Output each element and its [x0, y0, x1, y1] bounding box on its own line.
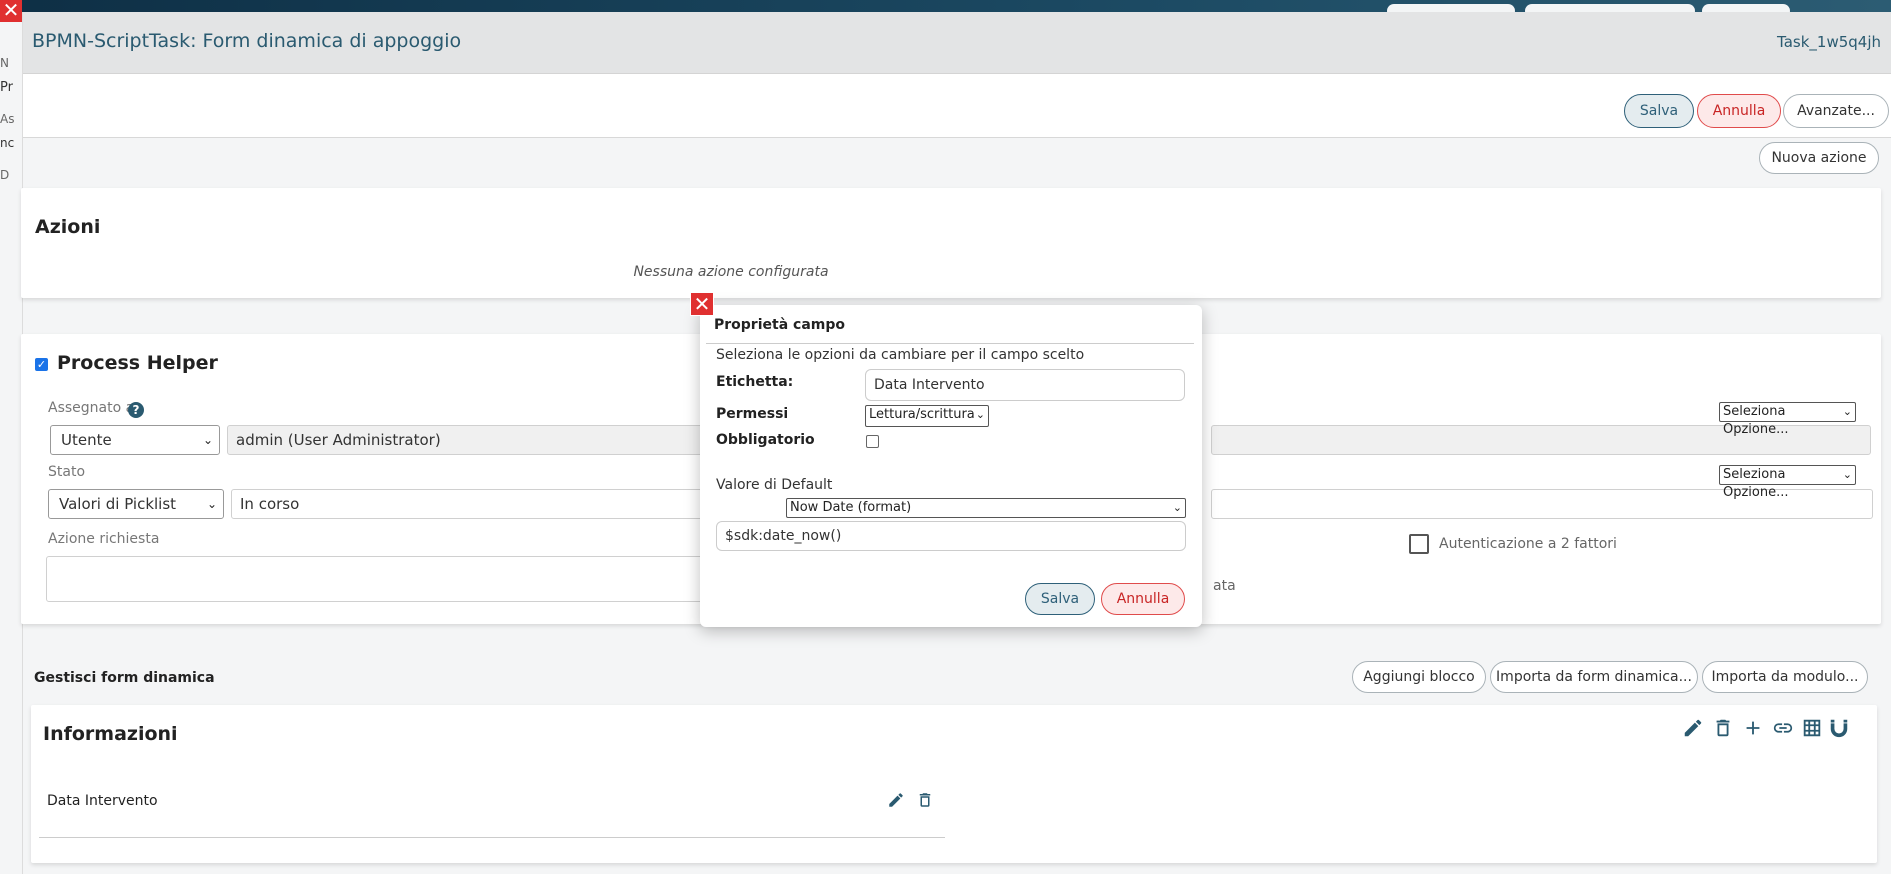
- default-type-value: Now Date (format): [790, 500, 912, 515]
- info-block-card: Informazioni Data Intervento: [31, 705, 1877, 863]
- panel-header: BPMN-ScriptTask: Form dinamica di appogg…: [23, 12, 1891, 74]
- assigned-user-field[interactable]: admin (User Administrator): [227, 425, 727, 455]
- select-option-1-text: Seleziona Opzione...: [1723, 404, 1789, 437]
- process-helper-checkbox[interactable]: ✓: [35, 358, 48, 371]
- block-title: Informazioni: [43, 723, 178, 745]
- assigned-type-value: Utente: [61, 431, 112, 449]
- panel-toolbar: Salva Annulla Avanzate...: [23, 74, 1891, 138]
- label-input[interactable]: Data Intervento: [865, 369, 1185, 401]
- magnet-icon[interactable]: [1828, 717, 1850, 743]
- import-form-button[interactable]: Importa da form dinamica...: [1490, 661, 1698, 693]
- status-type-value: Valori di Picklist: [59, 495, 177, 513]
- select-option-dropdown-1[interactable]: Seleziona Opzione... ⌄: [1719, 402, 1856, 437]
- link-icon[interactable]: [1771, 717, 1795, 743]
- actions-title: Azioni: [35, 216, 101, 238]
- background-close-icon[interactable]: ✕: [0, 0, 22, 22]
- add-block-button[interactable]: Aggiungi blocco: [1352, 661, 1486, 693]
- cancel-button[interactable]: Annulla: [1697, 94, 1781, 128]
- no-actions-text: Nessuna azione configurata: [633, 264, 829, 280]
- task-id: Task_1w5q4jh: [1777, 33, 1881, 51]
- background-letter: Pr: [0, 80, 13, 95]
- permissions-value: Lettura/scrittura: [869, 407, 975, 422]
- chevron-down-icon: ⌄: [202, 433, 213, 447]
- chevron-down-icon: ⌄: [975, 408, 985, 421]
- save-button[interactable]: Salva: [1624, 94, 1694, 128]
- dialog-subtitle: Seleziona le opzioni da cambiare per il …: [716, 347, 1085, 363]
- action-required-field[interactable]: [46, 556, 728, 602]
- background-topbar: [0, 0, 1891, 18]
- background-letter: nc: [0, 136, 15, 150]
- assigned-label: Assegnato a: [48, 400, 135, 416]
- select-option-2-text: Seleziona Opzione...: [1723, 467, 1789, 500]
- field-divider: [39, 837, 945, 838]
- advanced-button[interactable]: Avanzate...: [1783, 94, 1889, 128]
- background-left-column: N Pr As nc D: [0, 12, 22, 874]
- two-factor-label: Autenticazione a 2 fattori: [1439, 536, 1617, 552]
- mandatory-label: Obbligatorio: [716, 432, 815, 448]
- default-value-label: Valore di Default: [716, 477, 833, 493]
- partial-label: ata: [1213, 578, 1236, 594]
- pencil-icon[interactable]: [1682, 717, 1704, 743]
- delete-field-icon[interactable]: [916, 791, 934, 813]
- chevron-down-icon: ⌄: [206, 497, 217, 511]
- panel-title: BPMN-ScriptTask: Form dinamica di appogg…: [32, 30, 462, 52]
- help-icon[interactable]: ?: [128, 402, 144, 418]
- background-letter: D: [0, 168, 10, 182]
- two-factor-checkbox[interactable]: [1409, 534, 1429, 554]
- chevron-down-icon: ⌄: [1172, 501, 1182, 514]
- mandatory-checkbox[interactable]: [866, 435, 879, 448]
- permissions-label: Permessi: [716, 406, 789, 422]
- default-value-input[interactable]: $sdk:date_now(): [716, 521, 1186, 551]
- assigned-type-select[interactable]: Utente ⌄: [50, 425, 220, 455]
- import-module-button[interactable]: Importa da modulo...: [1702, 661, 1868, 693]
- status-type-select[interactable]: Valori di Picklist ⌄: [48, 489, 224, 519]
- new-action-button[interactable]: Nuova azione: [1759, 142, 1879, 174]
- permissions-select[interactable]: Lettura/scrittura ⌄: [865, 405, 989, 427]
- process-helper-title: Process Helper: [57, 352, 218, 374]
- background-letter: As: [0, 112, 15, 126]
- chevron-down-icon: ⌄: [1842, 468, 1852, 481]
- edit-field-icon[interactable]: [887, 791, 905, 813]
- dialog-cancel-button[interactable]: Annulla: [1101, 583, 1185, 615]
- plus-icon[interactable]: [1742, 717, 1764, 743]
- trash-icon[interactable]: [1712, 717, 1734, 743]
- field-name: Data Intervento: [47, 793, 158, 809]
- dialog-save-button[interactable]: Salva: [1025, 583, 1095, 615]
- select-option-dropdown-2[interactable]: Seleziona Opzione... ⌄: [1719, 465, 1856, 500]
- action-required-label: Azione richiesta: [48, 531, 160, 547]
- default-type-select[interactable]: Now Date (format) ⌄: [786, 498, 1186, 518]
- status-label: Stato: [48, 464, 86, 480]
- grid-icon[interactable]: [1801, 717, 1823, 743]
- actions-card: Azioni Nessuna azione configurata: [21, 188, 1881, 298]
- background-letter: N: [0, 56, 9, 70]
- dialog-title: Proprietà campo: [714, 317, 845, 333]
- dynamic-form-title: Gestisci form dinamica: [34, 670, 215, 686]
- field-properties-dialog: Proprietà campo Seleziona le opzioni da …: [700, 305, 1202, 627]
- status-value-field[interactable]: In corso: [231, 489, 727, 519]
- chevron-down-icon: ⌄: [1842, 405, 1852, 418]
- label-field-label: Etichetta:: [716, 374, 794, 390]
- modal-close-icon[interactable]: ✕: [690, 292, 714, 316]
- dialog-separator: [706, 343, 1194, 344]
